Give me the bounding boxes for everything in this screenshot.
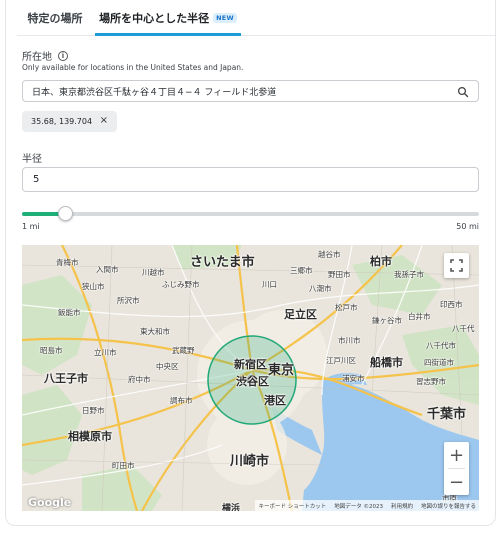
map-label-urayasu: 浦安市 bbox=[342, 374, 365, 383]
map-label-yokohama: 横浜 bbox=[222, 504, 241, 511]
plus-icon: + bbox=[448, 444, 465, 466]
map-label-yashio: 八潮市 bbox=[309, 284, 332, 293]
map-label-fujimino: ふじみ野市 bbox=[162, 280, 200, 289]
map-label-fuchu: 府中市 bbox=[128, 375, 151, 384]
map-label-nakano: 中央区 bbox=[156, 362, 179, 371]
fullscreen-button[interactable] bbox=[444, 253, 469, 278]
location-search-input[interactable]: 日本、東京都渋谷区千駄ヶ谷４丁目４−４ フィールド北参道 bbox=[22, 80, 479, 102]
keyboard-shortcuts-link[interactable]: キーボード ショートカット bbox=[258, 502, 326, 510]
map-label-tokorozawa: 所沢市 bbox=[117, 296, 140, 305]
map-label-kawagoe: 川越市 bbox=[142, 268, 165, 277]
location-help-text: Only available for locations in the Unit… bbox=[22, 63, 244, 72]
map-label-ichikawa: 市川市 bbox=[338, 336, 361, 345]
map-attribution: キーボード ショートカット 地図データ ©2023 利用規約 地図の誤りを報告す… bbox=[255, 500, 479, 511]
radius-value: 5 bbox=[33, 174, 40, 185]
google-logo: Google bbox=[28, 496, 72, 509]
map-label-chiba: 千葉市 bbox=[427, 407, 467, 422]
slider-max-label: 50 mi bbox=[456, 222, 479, 231]
coordinates-text: 35.68, 139.704 bbox=[31, 117, 93, 126]
map-label-hanno: 飯能市 bbox=[58, 308, 81, 317]
map-label-narashino: 習志野市 bbox=[416, 377, 446, 386]
map-view[interactable]: さいたま市 柏市 足立区 東京 新宿区 渋谷区 港区 船橋市 千葉市 八王子市 … bbox=[22, 245, 479, 511]
tab-specific-location[interactable]: 特定の場所 bbox=[17, 0, 93, 36]
map-label-shinjuku: 新宿区 bbox=[234, 358, 267, 371]
slider-handle[interactable] bbox=[57, 206, 73, 221]
map-label-chofu: 調布市 bbox=[170, 396, 193, 405]
minus-icon: − bbox=[448, 471, 465, 493]
map-label-tachikawa: 立川市 bbox=[94, 348, 117, 357]
radius-slider[interactable] bbox=[22, 206, 479, 221]
map-label-noda: 野田市 bbox=[328, 270, 351, 279]
map-label-akishima: 昭島市 bbox=[40, 346, 63, 355]
map-label-sayama: 狭山市 bbox=[82, 282, 105, 291]
tab-label: 特定の場所 bbox=[27, 12, 83, 25]
location-mode-tabs: 特定の場所 場所を中心とした半径 NEW bbox=[17, 0, 495, 36]
location-label: 所在地 i bbox=[22, 48, 68, 63]
map-label-ome: 青梅市 bbox=[56, 258, 79, 267]
map-label-minato: 港区 bbox=[264, 394, 286, 407]
map-label-shiroi: 白井市 bbox=[408, 312, 431, 321]
slider-min-label: 1 mi bbox=[22, 222, 40, 231]
map-data-text: 地図データ ©2023 bbox=[334, 503, 383, 510]
map-label-sagamihara: 相模原市 bbox=[68, 430, 112, 443]
map-label-yachimata: 八千代 bbox=[452, 324, 475, 333]
search-icon[interactable] bbox=[457, 86, 469, 98]
coordinates-chip: 35.68, 139.704 × bbox=[22, 111, 117, 132]
map-label-machida: 町田市 bbox=[112, 461, 135, 470]
radius-label: 半径 bbox=[22, 154, 42, 165]
location-label-text: 所在地 bbox=[22, 52, 52, 63]
zoom-controls: + − bbox=[444, 442, 469, 495]
zoom-in-button[interactable]: + bbox=[444, 442, 469, 468]
map-label-musashino: 武蔵野 bbox=[172, 346, 195, 355]
terms-link[interactable]: 利用規約 bbox=[391, 502, 413, 510]
map-label-koshigaya: 越谷市 bbox=[318, 250, 341, 259]
map-label-tokyo: 東京 bbox=[268, 363, 295, 378]
map-label-shibuya: 渋谷区 bbox=[236, 375, 269, 388]
info-icon[interactable]: i bbox=[58, 50, 68, 61]
map-label-inzai: 印西市 bbox=[440, 300, 463, 309]
map-label-kamagaya: 鎌ヶ谷市 bbox=[372, 316, 402, 325]
tab-radius-around-location[interactable]: 場所を中心とした半径 NEW bbox=[95, 0, 241, 36]
map-label-funabashi: 船橋市 bbox=[370, 356, 403, 369]
map-label-hachioji: 八王子市 bbox=[44, 372, 88, 385]
map-label-kawasaki: 川崎市 bbox=[230, 454, 270, 469]
close-icon[interactable]: × bbox=[100, 115, 108, 126]
new-badge: NEW bbox=[213, 13, 237, 23]
map-label-abiko: 我孫子市 bbox=[394, 270, 424, 279]
map-label-adachi: 足立区 bbox=[284, 308, 317, 321]
map-label-iruma: 入間市 bbox=[96, 265, 119, 274]
map-label-hino: 日野市 bbox=[82, 406, 105, 415]
zoom-out-button[interactable]: − bbox=[444, 469, 469, 495]
report-error-link[interactable]: 地図の誤りを報告する bbox=[421, 502, 476, 510]
map-label-matsudo: 松戸市 bbox=[335, 303, 358, 312]
tab-label: 場所を中心とした半径 bbox=[99, 12, 210, 25]
map-label-yachiyo: 八千代市 bbox=[426, 341, 456, 350]
location-search-value: 日本、東京都渋谷区千駄ヶ谷４丁目４−４ フィールド北参道 bbox=[32, 87, 277, 98]
map-label-yotsukaido: 四街道市 bbox=[424, 358, 454, 367]
radius-input[interactable]: 5 bbox=[22, 167, 479, 192]
map-label-misato: 三郷市 bbox=[290, 266, 313, 275]
map-label-kawaguchi: 川口 bbox=[262, 280, 277, 289]
map-label-saitama: さいたま市 bbox=[190, 255, 255, 270]
fullscreen-icon bbox=[450, 259, 463, 272]
map-label-higashiyamato: 東大和市 bbox=[140, 327, 170, 336]
map-label-edogawa: 江戸川区 bbox=[326, 356, 356, 365]
map-label-kashiwa: 柏市 bbox=[370, 255, 392, 268]
